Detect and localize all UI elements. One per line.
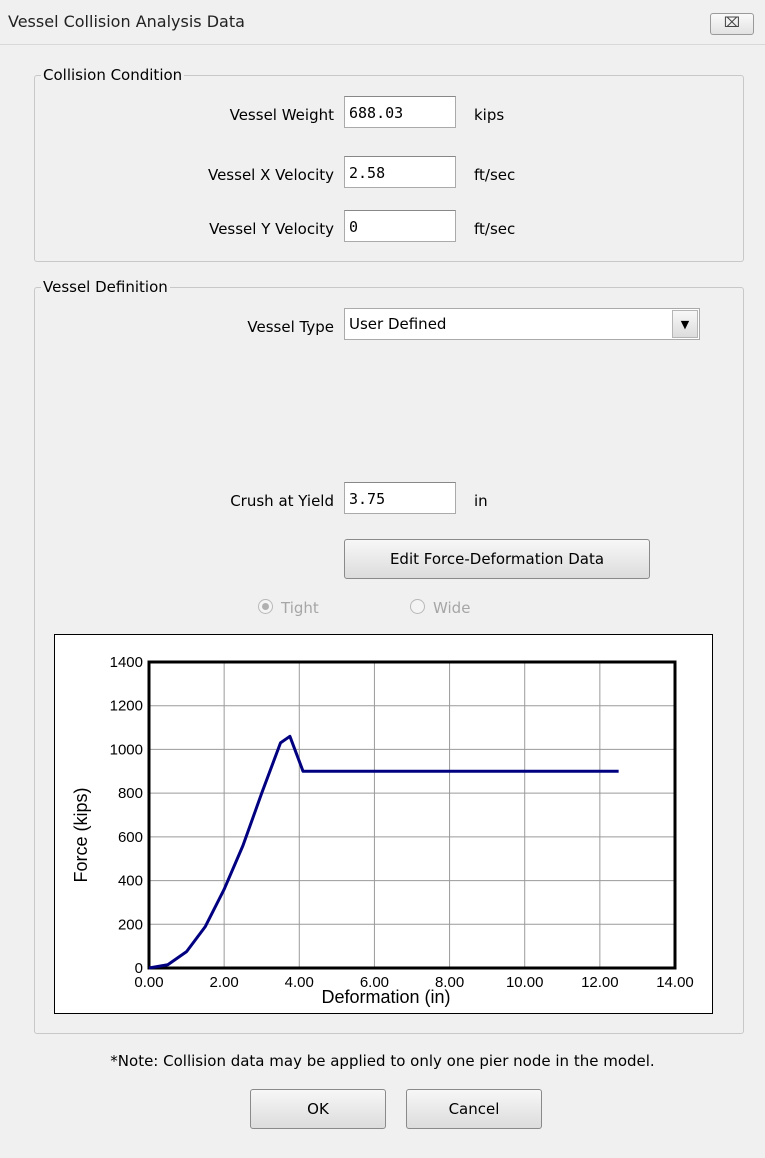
y-tick-label: 0: [135, 960, 143, 977]
y-tick-label: 200: [118, 916, 143, 933]
dropdown-arrow-icon[interactable]: ▼: [672, 310, 698, 338]
vessel-x-velocity-input[interactable]: [344, 156, 456, 188]
collision-note: *Note: Collision data may be applied to …: [110, 1052, 655, 1070]
y-tick-label: 600: [118, 829, 143, 846]
x-tick-label: 12.00: [581, 974, 619, 991]
y-tick-label: 1400: [110, 654, 143, 671]
force-deformation-line: [148, 734, 619, 970]
window-title: Vessel Collision Analysis Data: [8, 12, 245, 31]
crush-at-yield-input[interactable]: [344, 482, 456, 514]
vessel-y-velocity-unit: ft/sec: [474, 220, 516, 238]
x-tick-label: 10.00: [506, 974, 544, 991]
radio-selected-icon: [258, 599, 273, 614]
vessel-type-label: Vessel Type: [247, 318, 334, 336]
cancel-button[interactable]: Cancel: [406, 1089, 542, 1129]
vessel-weight-unit: kips: [474, 106, 505, 124]
radio-wide[interactable]: Wide: [410, 598, 470, 617]
vessel-definition-legend: Vessel Definition: [43, 278, 168, 296]
vessel-type-value: User Defined: [349, 315, 447, 333]
x-tick-label: 14.00: [656, 974, 694, 991]
title-bar: Vessel Collision Analysis Data ⌧: [0, 0, 765, 45]
x-tick-label: 2.00: [210, 974, 239, 991]
y-tick-label: 800: [118, 785, 143, 802]
vessel-weight-label: Vessel Weight: [229, 106, 334, 124]
y-tick-label: 1200: [110, 698, 143, 715]
radio-wide-label: Wide: [433, 599, 471, 617]
vessel-x-velocity-unit: ft/sec: [474, 166, 516, 184]
x-axis-label: Deformation (in): [321, 987, 450, 1007]
force-deformation-chart: 0.00 2.00 4.00 6.00 8.00 10.00 12.00 14.00 0 200 4…: [54, 634, 713, 1014]
x-tick-label: 4.00: [285, 974, 314, 991]
close-button[interactable]: ⌧: [710, 13, 754, 35]
crush-at-yield-unit: in: [474, 492, 488, 510]
radio-tight[interactable]: Tight: [258, 598, 319, 617]
y-tick-label: 1000: [110, 741, 143, 758]
radio-unselected-icon: [410, 599, 425, 614]
edit-force-deformation-button[interactable]: Edit Force-Deformation Data: [344, 539, 650, 579]
ok-button[interactable]: OK: [250, 1089, 386, 1129]
vessel-y-velocity-label: Vessel Y Velocity: [209, 220, 334, 238]
vessel-x-velocity-label: Vessel X Velocity: [207, 166, 334, 184]
vessel-y-velocity-input[interactable]: [344, 210, 456, 242]
crush-at-yield-label: Crush at Yield: [230, 492, 334, 510]
vessel-weight-input[interactable]: [344, 96, 456, 128]
close-icon: ⌧: [723, 15, 741, 31]
y-tick-label: 400: [118, 873, 143, 890]
vessel-type-select[interactable]: User Defined ▼: [344, 308, 700, 340]
collision-condition-legend: Collision Condition: [43, 66, 183, 84]
radio-tight-label: Tight: [281, 599, 319, 617]
plot-frame: [147, 660, 677, 970]
chart-svg: 0.00 2.00 4.00 6.00 8.00 10.00 12.00 14.0002004…: [71, 654, 694, 1007]
y-axis-label: Force (kips): [71, 787, 91, 882]
